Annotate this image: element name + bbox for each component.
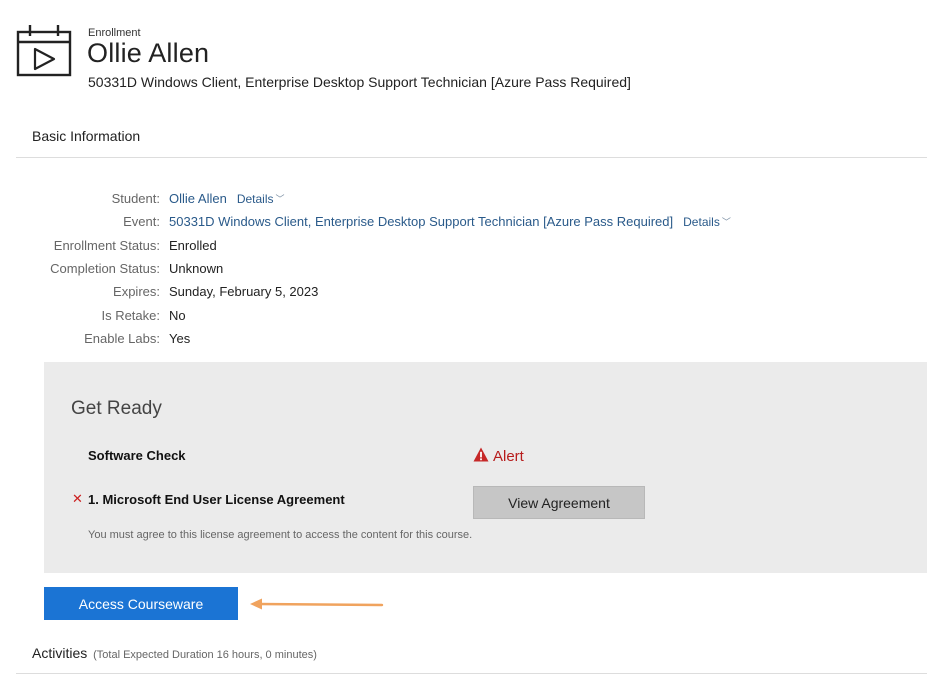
get-ready-panel xyxy=(44,362,927,573)
details-label: Details xyxy=(236,192,274,206)
enrollment-status-value: Enrolled xyxy=(169,238,217,253)
alert-label: Alert xyxy=(493,448,524,465)
access-courseware-button[interactable]: Access Courseware xyxy=(44,587,238,620)
enrollment-status-label: Enrollment Status: xyxy=(53,238,160,253)
event-label: Event: xyxy=(123,214,160,229)
page-title: Ollie Allen xyxy=(87,38,210,68)
student-value: Ollie Allen Details ﹀ xyxy=(169,191,285,206)
enable-labs-value: Yes xyxy=(169,331,191,346)
eula-title: 1. Microsoft End User License Agreement xyxy=(88,492,345,507)
student-details-toggle[interactable]: Details ﹀ xyxy=(237,192,285,206)
arrow-left-icon xyxy=(248,596,384,612)
activities-duration-note: (Total Expected Duration 16 hours, 0 min… xyxy=(93,649,317,661)
warning-icon xyxy=(473,447,489,466)
section-divider xyxy=(16,673,927,674)
get-ready-heading: Get Ready xyxy=(71,398,162,419)
software-check-label: Software Check xyxy=(88,448,186,463)
event-link[interactable]: 50331D Windows Client, Enterprise Deskto… xyxy=(169,214,673,229)
enable-labs-label: Enable Labs: xyxy=(84,331,160,346)
calendar-play-icon xyxy=(16,23,72,77)
basic-information-heading: Basic Information xyxy=(32,128,141,144)
expires-value: Sunday, February 5, 2023 xyxy=(169,284,319,299)
chevron-down-icon: ﹀ xyxy=(275,194,285,204)
close-icon: ✕ xyxy=(72,491,83,506)
details-label: Details xyxy=(683,215,720,229)
view-agreement-button[interactable]: View Agreement xyxy=(473,486,645,519)
completion-status-value: Unknown xyxy=(169,261,224,276)
activities-title: Activities xyxy=(32,645,88,661)
expires-label: Expires: xyxy=(113,284,160,299)
section-divider xyxy=(16,157,927,158)
eula-note: You must agree to this license agreement… xyxy=(88,529,473,541)
page-subtitle: 50331D Windows Client, Enterprise Deskto… xyxy=(88,74,631,90)
student-label: Student: xyxy=(111,191,160,206)
is-retake-label: Is Retake: xyxy=(101,308,160,323)
event-value: 50331D Windows Client, Enterprise Deskto… xyxy=(169,214,731,229)
is-retake-value: No xyxy=(169,308,186,323)
chevron-down-icon: ﹀ xyxy=(721,217,731,227)
event-details-toggle[interactable]: Details ﹀ xyxy=(683,215,731,229)
activities-heading: Activities (Total Expected Duration 16 h… xyxy=(32,645,317,661)
student-link[interactable]: Ollie Allen xyxy=(169,191,227,206)
software-check-alert[interactable]: Alert xyxy=(473,447,524,466)
completion-status-label: Completion Status: xyxy=(50,261,160,276)
